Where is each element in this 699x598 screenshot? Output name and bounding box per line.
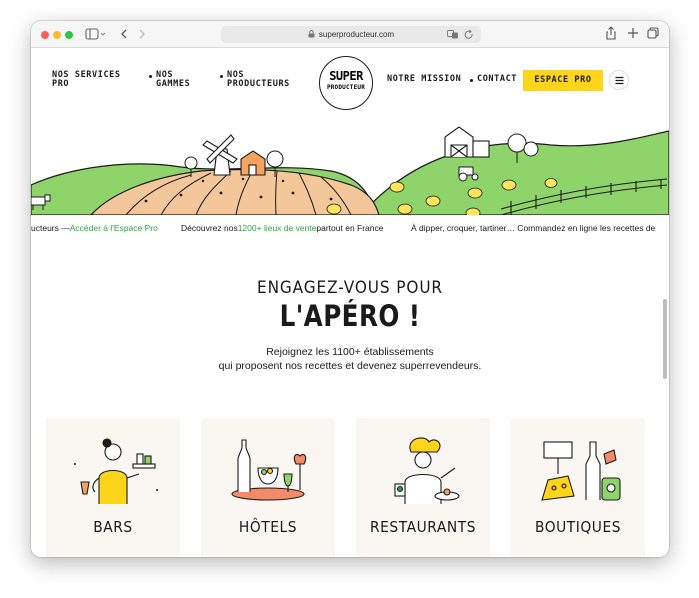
card-title: RESTAURANTS [369,518,477,536]
nav-services-pro[interactable]: NOS SERVICES PRO [52,71,130,89]
ticker-text: ucteurs — [31,223,70,233]
ticker-item-1[interactable]: ucteurs — Accéder à l'Espace Pro [31,215,158,241]
translate-icon[interactable] [447,30,459,39]
ticker-item-2[interactable]: Découvrez nos 1200+ lieux de vente parto… [181,215,384,241]
forward-icon[interactable] [137,27,147,41]
card-restaurants[interactable]: RESTAURANTS [356,418,490,557]
sidebar-icon[interactable] [85,27,107,41]
hamburger-icon [615,76,624,85]
nav-bullet [470,79,473,82]
subtitle-line2: qui proposent nos recettes et devenez su… [218,360,482,372]
ticker-item-3[interactable]: À dipper, croquer, tartiner… Commandez e… [411,215,655,241]
card-bars[interactable]: BARS [46,418,180,557]
waitress-icon [74,438,158,504]
card-hotels[interactable]: HÔTELS [201,418,335,557]
site-logo[interactable]: SUPER PRODUCTEUR [319,56,373,110]
farm-landscape-illustration [31,126,669,215]
logo-text-bottom: PRODUCTEUR [326,84,366,91]
nav-producteurs[interactable]: NOS PRODUCTEURS [227,71,302,89]
nav-mission[interactable]: NOTRE MISSION [387,75,461,84]
ticker-text: Découvrez nos [181,223,238,233]
page-scrollbar[interactable] [663,299,667,379]
browser-toolbar: superproducteur.com [31,21,669,48]
card-title: HÔTELS [238,518,298,536]
shop-products-icon [541,441,621,501]
section-subtitle: Rejoignez les 1100+ établissements qui p… [31,345,669,373]
announcement-ticker: ucteurs — Accéder à l'Espace Pro Découvr… [31,215,669,241]
address-bar[interactable]: superproducteur.com [221,26,481,43]
url-text: superproducteur.com [318,30,395,39]
browser-window: superproducteur.com NOS SERVICES PRO NOS… [31,21,669,557]
nav-bullet [220,75,223,78]
subtitle-line1: Rejoignez les 1100+ établissements [266,346,434,358]
reload-icon[interactable] [464,30,474,40]
web-page: NOS SERVICES PRO NOS GAMMES NOS PRODUCTE… [31,49,669,557]
nav-contact[interactable]: CONTACT [477,75,517,84]
chef-icon [394,437,460,504]
new-tab-icon[interactable] [627,27,639,39]
card-title: BARS [93,518,133,536]
ticker-text: partout en France [316,223,384,233]
card-title: BOUTIQUES [534,518,622,536]
card-boutiques[interactable]: BOUTIQUES [511,418,645,557]
menu-button[interactable] [609,70,629,90]
back-icon[interactable] [119,27,129,41]
section-title-line1: ENGAGEZ-VOUS POUR [257,278,443,298]
minimize-window-button[interactable] [53,31,61,39]
logo-text-top: SUPER [329,69,363,83]
espace-pro-button[interactable]: ESPACE PRO [523,70,603,91]
section-title-line2: L'APÉRO ! [279,299,421,333]
wine-tray-icon [231,439,307,501]
lock-icon [308,30,315,38]
zoom-window-button[interactable] [65,31,73,39]
nav-gammes[interactable]: NOS GAMMES [156,71,196,89]
close-window-button[interactable] [41,31,49,39]
tab-overview-icon[interactable] [647,27,659,39]
share-icon[interactable] [605,26,617,40]
points-of-sale-link[interactable]: 1200+ lieux de vente [238,215,317,241]
nav-bullet [149,75,152,78]
espace-pro-link[interactable]: Accéder à l'Espace Pro [70,215,158,241]
